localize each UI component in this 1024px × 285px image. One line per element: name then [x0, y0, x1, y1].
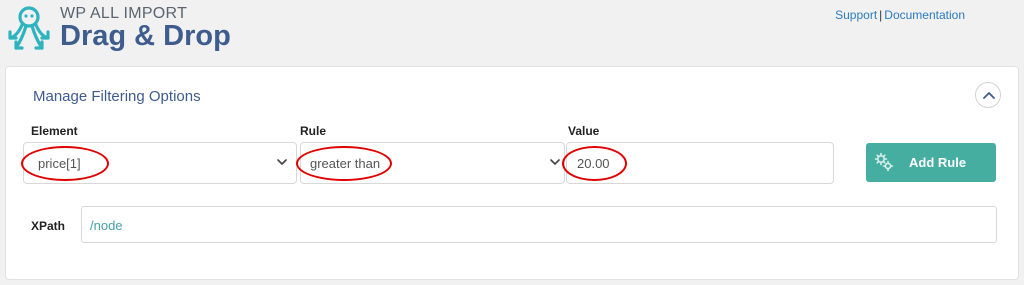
element-label: Element	[31, 124, 78, 138]
chevron-down-icon	[550, 159, 560, 165]
collapse-button[interactable]	[975, 82, 1001, 108]
highlight-oval	[296, 146, 392, 181]
support-link[interactable]: Support	[835, 8, 877, 22]
add-rule-label: Add Rule	[909, 155, 967, 170]
chevron-down-icon	[277, 159, 287, 165]
xpath-label: XPath	[31, 219, 66, 233]
panel-title: Manage Filtering Options	[33, 88, 201, 105]
octopus-logo-icon	[6, 4, 52, 56]
xpath-input[interactable]: /node	[81, 206, 997, 243]
rule-label: Rule	[300, 124, 327, 138]
xpath-input-value: /node	[90, 218, 123, 233]
gears-icon	[874, 152, 894, 172]
value-label: Value	[568, 124, 600, 138]
documentation-link[interactable]: Documentation	[884, 8, 965, 22]
highlight-oval	[562, 146, 627, 181]
chevron-up-icon	[983, 92, 995, 99]
highlight-oval	[21, 146, 109, 181]
add-rule-button[interactable]: Add Rule	[866, 143, 996, 182]
top-links: Support | Documentation	[835, 8, 965, 22]
brand-title: Drag & Drop	[60, 20, 231, 52]
link-separator: |	[879, 8, 883, 22]
header: WP ALL IMPORT Drag & Drop Support | Docume…	[0, 0, 1024, 66]
